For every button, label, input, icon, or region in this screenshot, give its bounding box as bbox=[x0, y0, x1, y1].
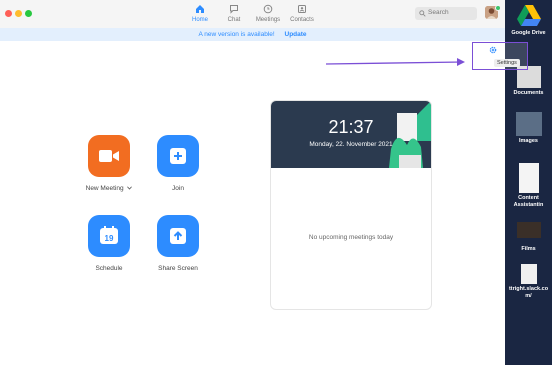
content-label-line2: Assistantin bbox=[513, 202, 544, 208]
upcoming-meetings-card: 21:37 Monday, 22. November 2021 No upcom… bbox=[270, 100, 432, 310]
desktop-item-google-drive[interactable]: Google Drive bbox=[505, 4, 552, 37]
film-thumbnail bbox=[516, 222, 541, 238]
plus-square-icon bbox=[170, 148, 186, 164]
new-meeting-label: New Meeting bbox=[85, 185, 124, 192]
slack-link-label-line1: ttright.slack.co bbox=[508, 286, 549, 292]
chat-icon bbox=[230, 5, 238, 14]
settings-tooltip: Settings bbox=[494, 59, 520, 67]
image-thumbnail bbox=[515, 112, 542, 136]
desktop-item-images[interactable]: Images bbox=[505, 112, 552, 145]
update-banner: A new version is available! Update bbox=[0, 28, 505, 41]
schedule-button[interactable]: 19 bbox=[88, 215, 130, 257]
status-badge bbox=[495, 5, 501, 11]
search-icon bbox=[419, 10, 426, 17]
images-label: Images bbox=[519, 138, 538, 144]
desktop-item-slack-link[interactable]: ttright.slack.co m/ bbox=[505, 264, 552, 300]
search-input[interactable]: Search bbox=[415, 7, 477, 20]
google-drive-label: Google Drive bbox=[511, 30, 546, 36]
documents-label: Documents bbox=[513, 90, 544, 96]
update-link[interactable]: Update bbox=[285, 31, 307, 38]
content-label-line1: Content bbox=[518, 195, 539, 201]
content-thumbnail bbox=[518, 163, 539, 193]
home-icon bbox=[196, 5, 204, 13]
join-button[interactable] bbox=[157, 135, 199, 177]
tab-contacts-label: Contacts bbox=[290, 17, 314, 23]
update-message: A new version is available! bbox=[198, 31, 275, 38]
chevron-down-icon[interactable] bbox=[127, 186, 133, 190]
contacts-icon bbox=[298, 5, 306, 13]
calendar-day: 19 bbox=[104, 234, 114, 243]
share-screen-button[interactable] bbox=[157, 215, 199, 257]
gear-icon bbox=[489, 46, 497, 54]
no-meetings-text: No upcoming meetings today bbox=[308, 234, 394, 241]
tab-contacts[interactable]: Contacts bbox=[280, 4, 324, 23]
desktop-item-content[interactable]: Content Assistantin bbox=[505, 163, 552, 209]
zoom-window-button[interactable] bbox=[25, 10, 32, 17]
close-window-button[interactable] bbox=[5, 10, 12, 17]
search-placeholder: Search bbox=[428, 9, 449, 16]
slack-link-label-line2: m/ bbox=[525, 293, 532, 299]
share-screen-icon bbox=[170, 228, 186, 244]
clock-date: Monday, 22. November 2021 bbox=[309, 141, 393, 148]
new-meeting-button[interactable] bbox=[88, 135, 130, 177]
schedule-label: Schedule bbox=[95, 265, 123, 272]
annotation-arrow bbox=[325, 58, 465, 66]
video-camera-icon bbox=[99, 150, 119, 162]
desktop-item-documents[interactable]: Documents bbox=[505, 66, 552, 97]
films-label: Films bbox=[521, 246, 536, 252]
join-label: Join bbox=[172, 185, 184, 192]
minimize-window-button[interactable] bbox=[15, 10, 22, 17]
clock-time: 21:37 bbox=[328, 117, 374, 137]
card-header: 21:37 Monday, 22. November 2021 bbox=[271, 101, 431, 168]
title-bar: Home Chat Meetings Contacts Search bbox=[0, 0, 505, 29]
webloc-icon bbox=[520, 264, 537, 284]
clock-icon bbox=[263, 4, 273, 14]
zoom-window: Home Chat Meetings Contacts Search A new… bbox=[0, 0, 505, 365]
new-meeting-label-row[interactable]: New Meeting bbox=[69, 185, 149, 192]
desktop-item-films[interactable]: Films bbox=[505, 222, 552, 253]
google-drive-icon bbox=[516, 5, 541, 26]
share-screen-label: Share Screen bbox=[158, 265, 198, 272]
